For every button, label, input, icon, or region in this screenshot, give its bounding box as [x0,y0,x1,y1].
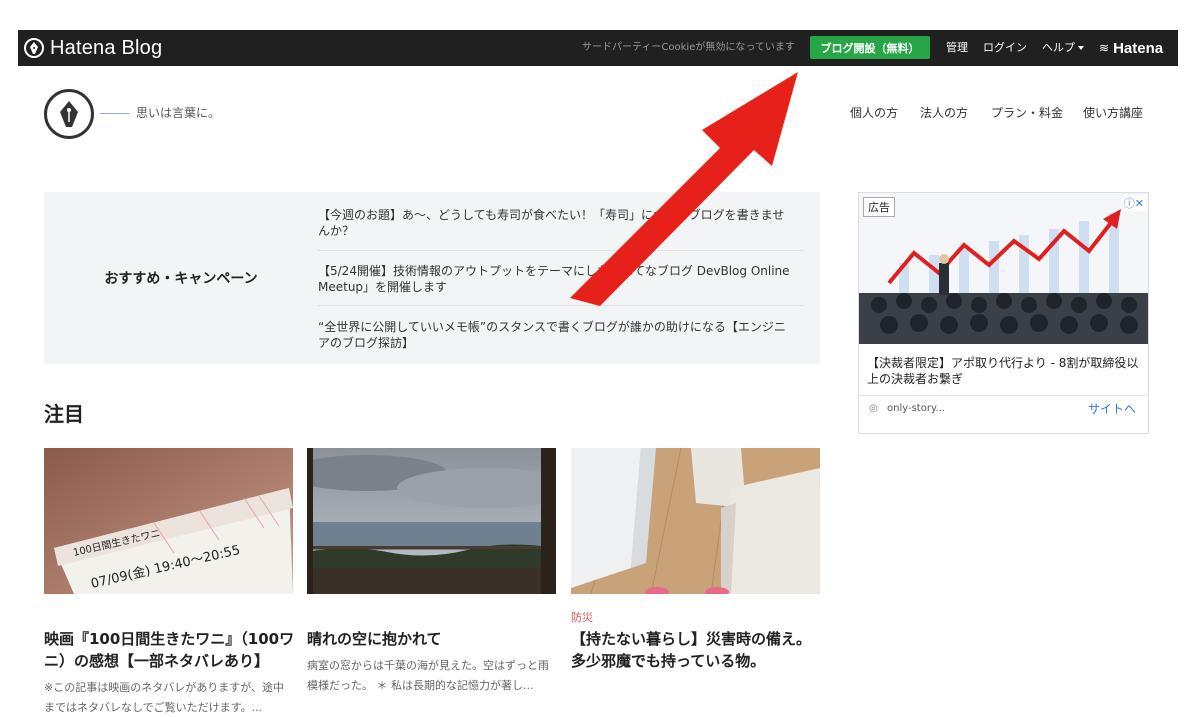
ad-source: only-story... [887,403,945,414]
hatena-blog-logo[interactable]: Hatena Blog [24,30,162,66]
ad-visit-link[interactable]: サイトへ [1088,400,1136,417]
tagline-rule [100,113,130,114]
campaign-label: おすすめ・キャンペーン [104,271,258,287]
open-blog-button[interactable]: ブログ開設（無料） [810,36,930,59]
nav-business[interactable]: 法人の方 [920,104,968,121]
help-label: ヘルプ [1042,41,1075,54]
ad-choices-icon[interactable]: ⓘ✕ [1121,195,1146,211]
card-title[interactable]: 映画『100日間生きたワニ』（100ワニ）の感想【一部ネタバレあり】 [44,628,296,672]
campaign-item[interactable]: 【今週のお題】あ〜、どうしても寿司が食べたい！「寿司」についてブログを書きません… [318,207,804,239]
card-thumbnail[interactable] [307,448,556,594]
nav-plans[interactable]: プラン・料金 [991,104,1063,121]
pen-nib-icon [24,38,44,58]
hatena-logo-text: Hatena [1113,39,1164,57]
pen-nib-icon [60,101,78,127]
caret-down-icon [1078,46,1084,50]
ad-text[interactable]: 【決裁者限定】アポ取り代行より - 8割が取締役以上の決裁者お繋ぎ [867,355,1145,387]
card-excerpt: ※この記事は映画のネタバレがありますが、途中まではネタバレなしでご覧いただけます… [44,681,284,714]
hatena-logo[interactable]: ≋ Hatena [1099,30,1163,66]
divider [318,250,804,251]
card-thumbnail[interactable]: 100日間生きたワニ 07/09(金) 19:40〜20:55 [44,448,293,594]
nav-individual[interactable]: 個人の方 [850,104,898,121]
featured-title: 注目 [44,402,84,426]
global-header: Hatena Blog サードパーティーCookieが無効になっています ブログ… [18,30,1178,66]
brand-text: Hatena Blog [50,36,163,59]
login-link[interactable]: ログイン [983,30,1027,66]
card-category[interactable]: 防災 [571,609,593,625]
help-menu[interactable]: ヘルプ [1042,30,1084,66]
featured-card[interactable]: 晴れの空に抱かれて 病室の窓からは千葉の海が見えた。空はずっと雨模様だった。 ＊… [307,448,556,692]
nav-guide[interactable]: 使い方講座 [1083,104,1143,121]
card-excerpt: 病室の窓からは千葉の海が見えた。空はずっと雨模様だった。 ＊ 私は長期的な記憶力… [307,659,549,692]
featured-card[interactable]: 防災 【持たない暮らし】災害時の備え。多少邪魔でも持っている物。 [571,448,820,670]
featured-card[interactable]: 100日間生きたワニ 07/09(金) 19:40〜20:55 映画『100日間… [44,448,294,714]
hatena-bird-icon: ≋ [1099,41,1110,55]
ad-image[interactable] [859,193,1148,344]
card-thumbnail[interactable] [571,448,820,594]
tagline: 思いは言葉に。 [136,106,221,120]
campaign-item[interactable]: 【5/24開催】技術情報のアウトプットをテーマにした「はてなブログ DevBlo… [318,263,804,295]
campaign-item[interactable]: “全世界に公開していいメモ帳”のスタンスで書くブログが誰かの助けになる【エンジニ… [318,319,804,351]
card-title[interactable]: 【持たない暮らし】災害時の備え。多少邪魔でも持っている物。 [571,628,823,672]
divider [318,305,804,306]
site-logo[interactable] [44,89,94,139]
admin-link[interactable]: 管理 [946,30,968,66]
globe-icon: ◎ [869,403,878,414]
card-title[interactable]: 晴れの空に抱かれて [307,628,559,650]
campaign-box: おすすめ・キャンペーン 【今週のお題】あ〜、どうしても寿司が食べたい！「寿司」に… [44,192,820,364]
divider [859,395,1148,396]
cookie-notice: サードパーティーCookieが無効になっています [582,42,795,53]
ad-badge: 広告 [863,197,895,217]
ad-unit[interactable]: 広告 ⓘ✕ 【決裁者限定】アポ取り代行より - 8割が取締役以上の決裁者お繋ぎ … [858,192,1149,434]
